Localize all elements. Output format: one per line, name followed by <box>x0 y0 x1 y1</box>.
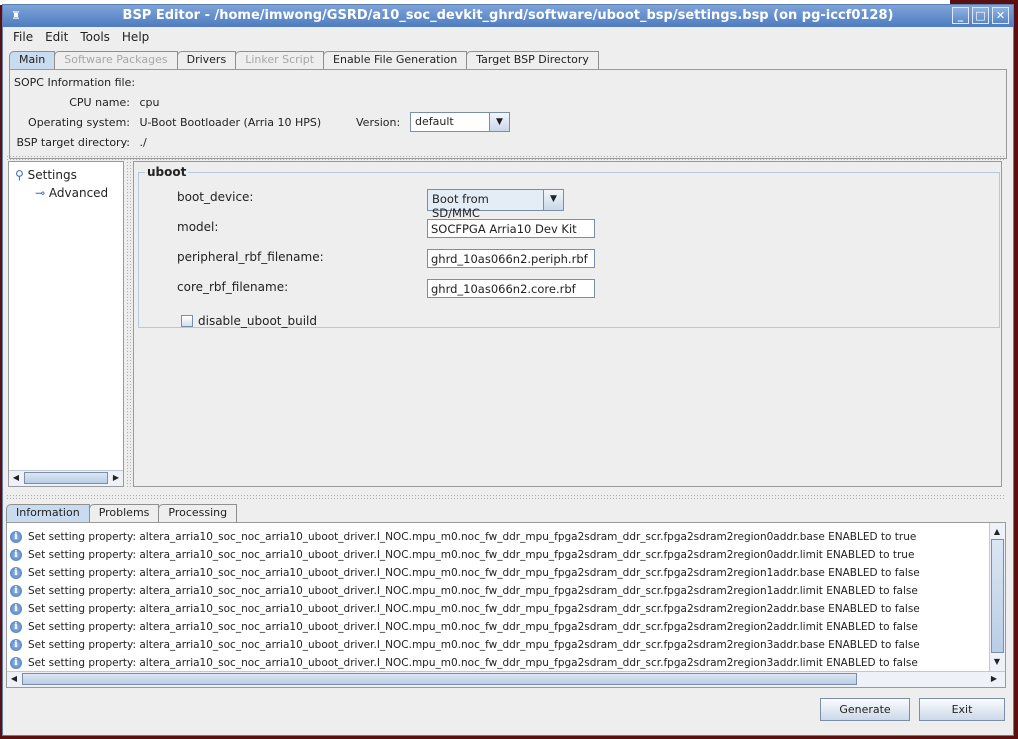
scroll-right-icon[interactable]: ▶ <box>109 471 123 485</box>
sopc-info-label: SOPC Information file: <box>14 76 136 89</box>
bottom-splitter[interactable] <box>6 494 1006 500</box>
main-tabs: Main Software Packages Drivers Linker Sc… <box>9 51 1013 69</box>
chevron-down-icon[interactable]: ▼ <box>489 113 509 131</box>
log-entry-text: Set setting property: altera_arria10_soc… <box>28 639 920 651</box>
maximize-button[interactable]: □ <box>972 7 989 24</box>
core-rbf-label: core_rbf_filename: <box>177 280 289 294</box>
tab-enable-file-generation[interactable]: Enable File Generation <box>323 51 468 69</box>
menu-tools[interactable]: Tools <box>74 30 116 44</box>
core-rbf-input[interactable]: ghrd_10as066n2.core.rbf <box>427 279 595 298</box>
bsp-dir-value: ./ <box>139 136 147 149</box>
generate-button[interactable]: Generate <box>820 698 910 721</box>
disable-uboot-build-checkbox[interactable]: disable_uboot_build <box>181 314 317 328</box>
log-entry[interactable]: i Set setting property: altera_arria10_so… <box>7 636 1005 654</box>
version-value: default <box>415 115 454 128</box>
tab-drivers[interactable]: Drivers <box>176 51 237 69</box>
tab-information[interactable]: Information <box>6 504 90 522</box>
log-entry[interactable]: i Set setting property: altera_arria10_so… <box>7 618 1005 636</box>
info-icon: i <box>10 621 22 633</box>
exit-button[interactable]: Exit <box>919 698 1005 721</box>
log-entry[interactable]: i Set setting property: altera_arria10_so… <box>7 582 1005 600</box>
log-vertical-scrollbar[interactable]: ▲ ▼ <box>989 523 1005 671</box>
scroll-down-icon[interactable]: ▼ <box>990 655 1004 669</box>
settings-tree: ⚲ Settings ⊸ Advanced ◀ ▶ <box>8 161 124 487</box>
scroll-left-icon[interactable]: ◀ <box>7 672 21 686</box>
cpu-name-value: cpu <box>139 96 160 109</box>
log-entry-text: Set setting property: altera_arria10_soc… <box>28 567 920 579</box>
tab-main[interactable]: Main <box>9 51 56 69</box>
menu-edit[interactable]: Edit <box>39 30 74 44</box>
info-icon: i <box>10 567 22 579</box>
scroll-right-icon[interactable]: ▶ <box>987 672 1001 686</box>
log-entry-text: Set setting property: altera_arria10_soc… <box>28 531 917 543</box>
info-icon: i <box>10 585 22 597</box>
log-entry-text: Set setting property: altera_arria10_soc… <box>28 657 918 669</box>
tree-horizontal-scrollbar[interactable]: ◀ ▶ <box>9 470 123 486</box>
tab-problems[interactable]: Problems <box>88 504 160 522</box>
uboot-group-label: uboot <box>145 165 189 179</box>
version-label: Version: <box>356 116 401 129</box>
log-entry-text: Set setting property: altera_arria10_soc… <box>28 621 918 633</box>
chevron-down-icon[interactable]: ▼ <box>543 190 563 210</box>
log-entry[interactable]: i Set setting property: altera_arria10_so… <box>7 600 1005 618</box>
uboot-settings-panel: uboot boot_device: Boot from SD/MMC ▼ mod… <box>133 161 1002 487</box>
log-entry[interactable]: i Set setting property: altera_arria10_so… <box>7 528 1005 546</box>
bsp-dir-label: BSP target directory: <box>16 136 130 149</box>
menu-bar: File Edit Tools Help <box>3 27 1013 47</box>
log-entry[interactable]: i Set setting property: altera_arria10_so… <box>7 564 1005 582</box>
peripheral-rbf-label: peripheral_rbf_filename: <box>177 250 324 264</box>
info-icon: i <box>10 531 22 543</box>
bsp-info-panel: SOPC Information file: CPU name: cpu Ope… <box>9 69 1007 159</box>
model-input[interactable]: SOCFPGA Arria10 Dev Kit <box>427 219 595 238</box>
os-value: U-Boot Bootloader (Arria 10 HPS) <box>139 116 322 129</box>
model-label: model: <box>177 220 219 234</box>
scroll-left-icon[interactable]: ◀ <box>9 471 23 485</box>
information-log: i Set setting property: altera_arria10_so… <box>6 522 1006 688</box>
scroll-thumb[interactable] <box>24 472 108 484</box>
tree-item-settings[interactable]: ⚲ Settings <box>15 168 77 182</box>
log-entry[interactable]: i Set setting property: altera_arria10_so… <box>7 654 1005 672</box>
window-title: BSP Editor - /home/imwong/GSRD/a10_soc_d… <box>122 8 894 23</box>
info-icon: i <box>10 639 22 651</box>
minimize-button[interactable]: _ <box>952 7 969 24</box>
boot-device-label: boot_device: <box>177 190 254 204</box>
boot-device-select[interactable]: Boot from SD/MMC ▼ <box>427 189 564 220</box>
boot-device-value: Boot from SD/MMC <box>432 192 489 220</box>
os-label: Operating system: <box>28 116 130 129</box>
menu-file[interactable]: File <box>7 30 39 44</box>
checkbox-icon[interactable] <box>181 315 193 327</box>
scroll-thumb[interactable] <box>22 673 857 685</box>
log-entry-text: Set setting property: altera_arria10_soc… <box>28 549 915 561</box>
vertical-splitter[interactable] <box>126 161 132 487</box>
menu-help[interactable]: Help <box>116 30 155 44</box>
tab-software-packages: Software Packages <box>54 51 178 69</box>
tree-leaf-icon: ⊸ <box>35 186 46 200</box>
peripheral-rbf-input[interactable]: ghrd_10as066n2.periph.rbf <box>427 249 595 268</box>
disable-uboot-build-label: disable_uboot_build <box>198 314 318 328</box>
version-select[interactable]: default ▼ <box>410 112 510 132</box>
tab-linker-script: Linker Script <box>235 51 325 69</box>
log-horizontal-scrollbar[interactable]: ◀ ▶ <box>7 671 1005 687</box>
tab-target-bsp-directory[interactable]: Target BSP Directory <box>466 51 599 69</box>
info-icon: i <box>10 549 22 561</box>
log-entry[interactable]: i Set setting property: altera_arria10_so… <box>7 546 1005 564</box>
app-icon: ♜ <box>11 9 21 22</box>
scroll-up-icon[interactable]: ▲ <box>990 525 1004 539</box>
scroll-thumb[interactable] <box>991 539 1004 653</box>
message-tabs: Information Problems Processing <box>6 504 238 522</box>
close-button[interactable]: ✕ <box>992 7 1009 24</box>
cpu-name-label: CPU name: <box>69 96 130 109</box>
info-icon: i <box>10 603 22 615</box>
tab-processing[interactable]: Processing <box>158 504 238 522</box>
uboot-group: uboot boot_device: Boot from SD/MMC ▼ mod… <box>138 165 1000 328</box>
log-entry-text: Set setting property: altera_arria10_soc… <box>28 585 918 597</box>
info-icon: i <box>10 657 22 669</box>
tree-node-icon: ⚲ <box>15 168 24 182</box>
tree-item-advanced[interactable]: ⊸ Advanced <box>35 186 108 200</box>
title-bar[interactable]: ♜ BSP Editor - /home/imwong/GSRD/a10_soc… <box>3 5 1013 27</box>
log-entry-text: Set setting property: altera_arria10_soc… <box>28 603 920 615</box>
